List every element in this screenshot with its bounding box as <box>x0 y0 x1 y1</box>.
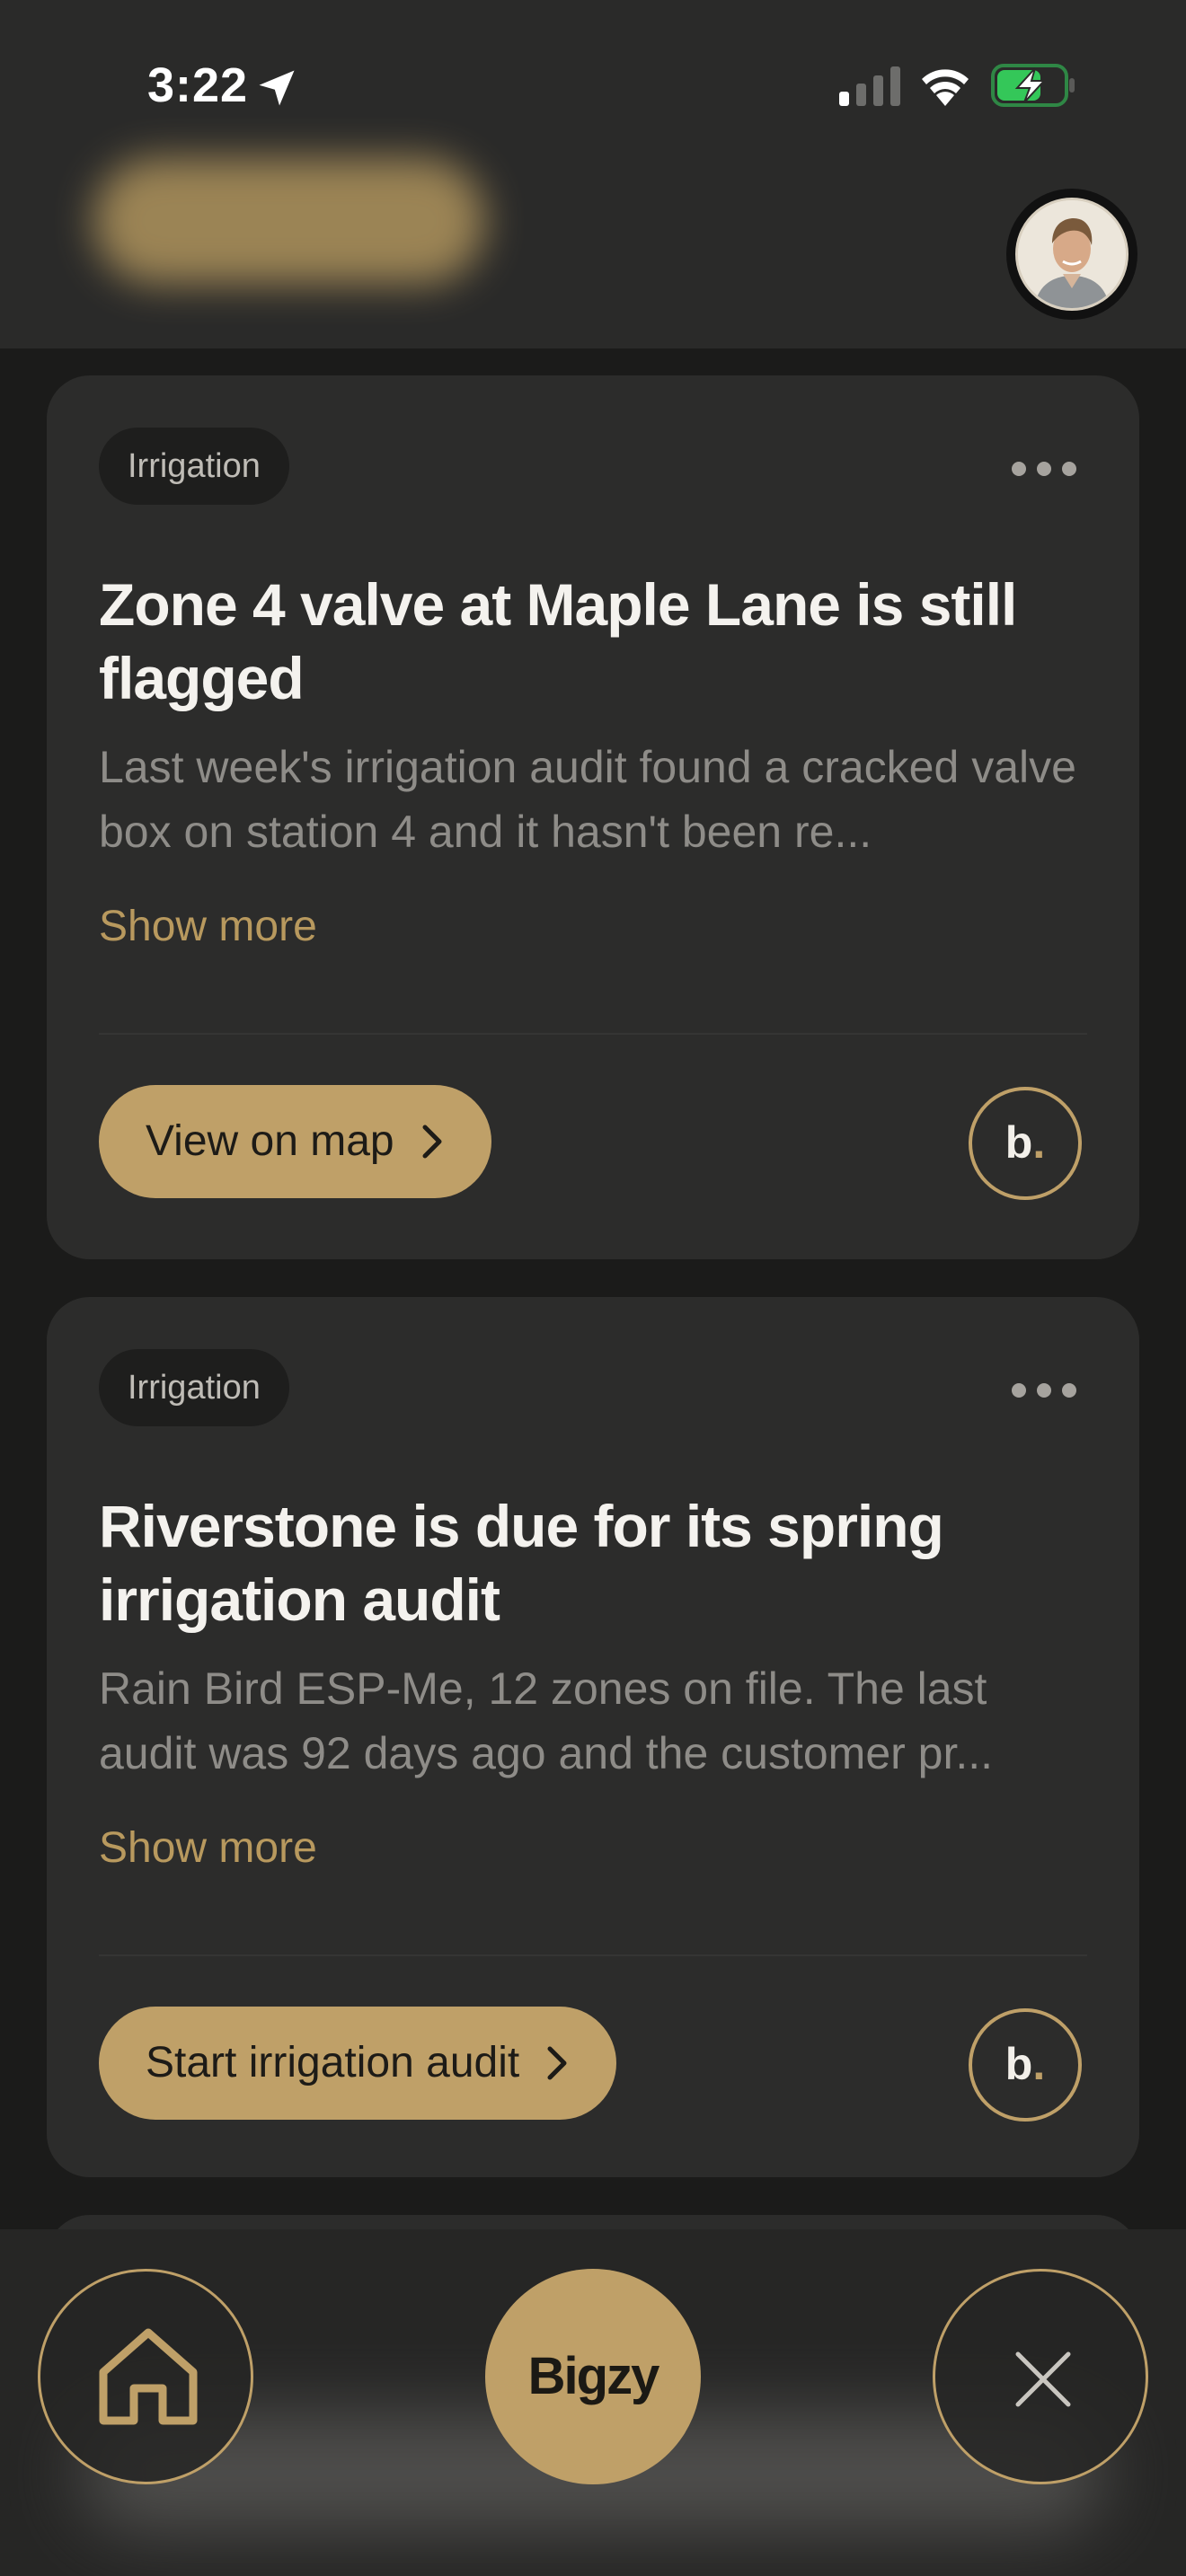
suggestion-card: Irrigation Riverstone is due for its spr… <box>47 1297 1139 2177</box>
wifi-icon <box>922 69 969 106</box>
card-description: Rain Bird ESP-Me, 12 zones on file. The … <box>99 1663 994 1778</box>
category-tag: Irrigation <box>99 428 289 505</box>
bigzy-logo-icon: b. <box>969 1087 1082 1200</box>
more-options-icon[interactable] <box>1008 458 1080 480</box>
close-icon <box>1015 2351 1071 2407</box>
divider <box>99 1954 1087 1956</box>
category-tag: Irrigation <box>99 1349 289 1426</box>
card-description: Last week's irrigation audit found a cra… <box>99 742 1076 857</box>
location-arrow-icon <box>259 70 295 106</box>
bigzy-logo-icon: b. <box>969 2008 1082 2122</box>
battery-charging-icon <box>991 64 1075 107</box>
header-title-blurred <box>93 158 485 284</box>
chevron-right-icon <box>422 1125 442 1159</box>
signal-icon <box>839 66 900 106</box>
close-button[interactable] <box>933 2269 1148 2484</box>
home-button[interactable] <box>38 2269 253 2484</box>
show-more-link[interactable]: Show more <box>99 900 317 954</box>
more-options-icon[interactable] <box>1008 1380 1080 1401</box>
view-on-map-button[interactable]: View on map <box>99 1085 491 1198</box>
home-icon <box>99 2328 198 2425</box>
app-screen: 3:22 Irrigation Zone 4 valve at Maple La… <box>0 0 1186 2576</box>
bigzy-button[interactable]: Bigzy <box>485 2269 701 2484</box>
person-icon <box>1018 200 1126 308</box>
card-title: Zone 4 valve at Maple Lane is still flag… <box>99 571 1017 711</box>
show-more-link[interactable]: Show more <box>99 1822 317 1875</box>
card-title: Riverstone is due for its spring irrigat… <box>99 1493 944 1633</box>
button-label: View on map <box>146 1117 394 1165</box>
chevron-right-icon <box>547 2046 567 2080</box>
bigzy-label: Bigzy <box>527 2347 660 2405</box>
suggestion-card: Irrigation Zone 4 valve at Maple Lane is… <box>47 375 1139 1259</box>
status-time: 3:22 <box>147 58 249 112</box>
header: 3:22 <box>0 0 1186 348</box>
divider <box>99 1033 1087 1035</box>
avatar-photo <box>1015 198 1128 311</box>
button-label: Start irrigation audit <box>146 2039 520 2086</box>
start-irrigation-audit-button[interactable]: Start irrigation audit <box>99 2007 617 2120</box>
avatar[interactable] <box>1006 189 1137 320</box>
